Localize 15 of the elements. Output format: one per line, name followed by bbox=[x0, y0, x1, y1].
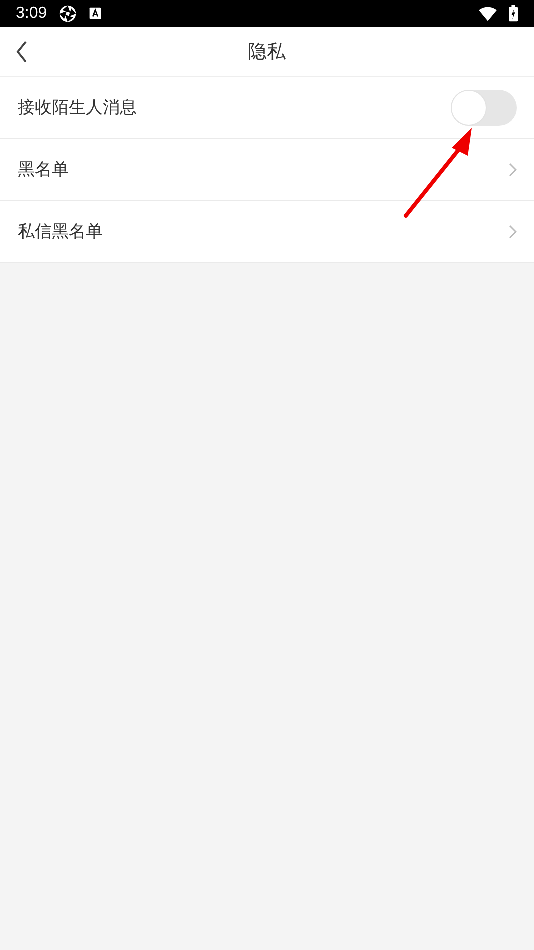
row-label: 私信黑名单 bbox=[18, 221, 103, 243]
row-label: 接收陌生人消息 bbox=[18, 97, 137, 119]
status-time: 3:09 bbox=[16, 4, 48, 22]
settings-row[interactable]: 私信黑名单 bbox=[0, 201, 534, 263]
back-icon bbox=[16, 41, 28, 63]
chevron-icon bbox=[509, 224, 517, 238]
toggle-switch[interactable] bbox=[451, 90, 517, 126]
row-label: 黑名单 bbox=[18, 159, 69, 181]
wifi-icon bbox=[479, 4, 497, 22]
page-title: 隐私 bbox=[248, 40, 286, 64]
aperture-icon bbox=[59, 4, 78, 22]
text-app-icon bbox=[89, 7, 102, 20]
chevron-icon bbox=[509, 162, 517, 176]
battery-icon bbox=[509, 5, 518, 22]
settings-row[interactable]: 接收陌生人消息 bbox=[0, 77, 534, 139]
